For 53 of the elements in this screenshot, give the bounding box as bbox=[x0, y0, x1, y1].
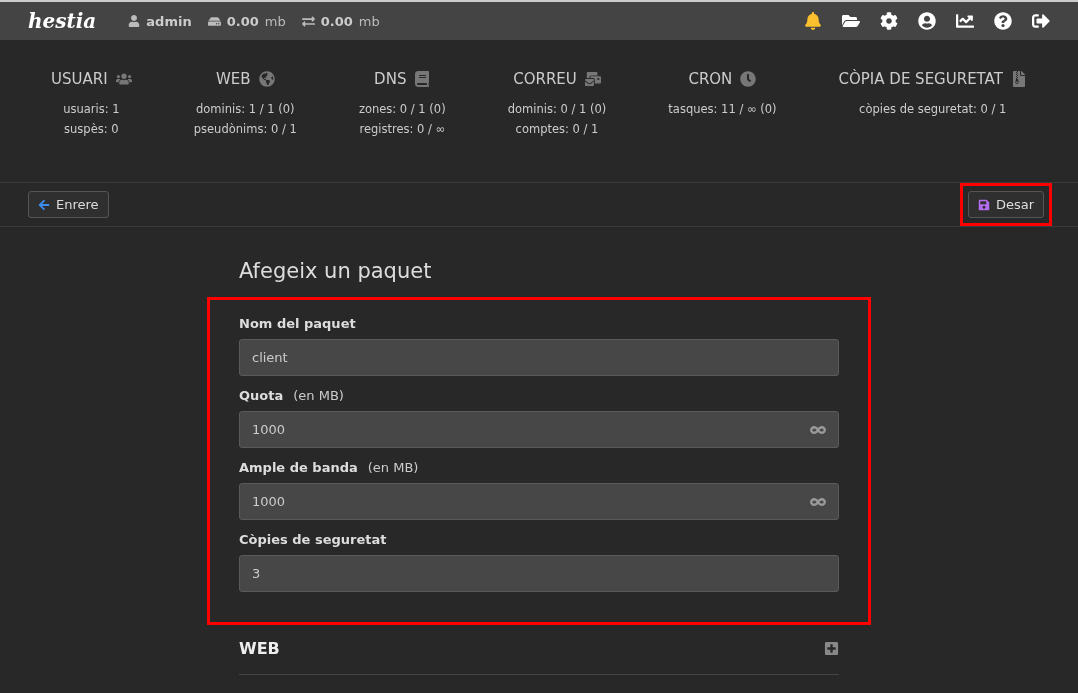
stat-value: tasques: 11 / ∞ (0) bbox=[668, 102, 777, 116]
bell-icon[interactable] bbox=[804, 12, 822, 30]
stat-title[interactable]: CORREU bbox=[513, 70, 577, 88]
arrow-left-icon bbox=[38, 198, 50, 211]
field-label: Quota bbox=[239, 388, 284, 403]
input-field[interactable]: 1000 bbox=[239, 483, 839, 520]
stat-value: còpies de seguretat: 0 / 1 bbox=[859, 102, 1007, 116]
section-title[interactable]: WEB bbox=[239, 639, 280, 658]
page-title: Afegeix un paquet bbox=[239, 259, 433, 283]
stat-value: usuaris: 1 bbox=[63, 102, 120, 116]
input-field[interactable]: 3 bbox=[239, 555, 839, 592]
bandwidth-value: 0.00 bbox=[320, 13, 353, 29]
field-label: Ample de banda bbox=[239, 460, 358, 475]
input-field[interactable]: client bbox=[239, 339, 839, 376]
stat-value: comptes: 0 / 1 bbox=[515, 122, 599, 136]
field-unit: (en MB) bbox=[293, 388, 344, 403]
users-icon bbox=[115, 71, 132, 87]
logout-icon[interactable] bbox=[1032, 12, 1050, 30]
stat-title[interactable]: DNS bbox=[374, 70, 407, 88]
save-icon bbox=[977, 198, 990, 211]
stat-value: dominis: 1 / 1 (0) bbox=[196, 102, 295, 116]
input-field[interactable]: 1000 bbox=[239, 411, 839, 448]
field-label: Còpies de seguretat bbox=[239, 532, 387, 547]
transfer-icon bbox=[301, 14, 315, 28]
archive-icon bbox=[1010, 71, 1027, 87]
save-button[interactable]: Desar bbox=[967, 191, 1044, 218]
folder-icon[interactable] bbox=[842, 12, 860, 30]
disk-unit: mb bbox=[264, 13, 286, 29]
back-button[interactable]: Enrere bbox=[28, 191, 109, 218]
stat-title[interactable]: CÒPIA DE SEGURETAT bbox=[838, 70, 1003, 88]
chart-icon[interactable] bbox=[956, 12, 974, 30]
help-icon[interactable] bbox=[994, 12, 1012, 30]
stat-title[interactable]: WEB bbox=[215, 70, 251, 88]
globe-icon bbox=[258, 71, 275, 87]
stat-value: registres: 0 / ∞ bbox=[359, 122, 446, 136]
user-icon bbox=[128, 15, 141, 27]
mail-icon bbox=[584, 71, 601, 87]
stat-title[interactable]: USUARI bbox=[51, 70, 108, 88]
stat-value: zones: 0 / 1 (0) bbox=[358, 102, 446, 116]
user-name: admin bbox=[146, 13, 192, 29]
stat-value: suspès: 0 bbox=[64, 122, 119, 136]
field-unit: (en MB) bbox=[367, 460, 419, 475]
field-label: Nom del paquet bbox=[239, 316, 356, 331]
stat-value: pseudònims: 0 / 1 bbox=[193, 122, 297, 136]
book-icon bbox=[414, 71, 431, 87]
bandwidth-unit: mb bbox=[358, 13, 380, 29]
disk-value: 0.00 bbox=[226, 13, 259, 29]
expand-icon[interactable] bbox=[824, 641, 839, 656]
clock-icon bbox=[740, 71, 757, 87]
stat-title[interactable]: CRON bbox=[688, 70, 733, 88]
stat-value: dominis: 0 / 1 (0) bbox=[507, 102, 607, 116]
settings-icon[interactable] bbox=[880, 12, 898, 30]
logo[interactable]: hestia bbox=[28, 9, 97, 33]
